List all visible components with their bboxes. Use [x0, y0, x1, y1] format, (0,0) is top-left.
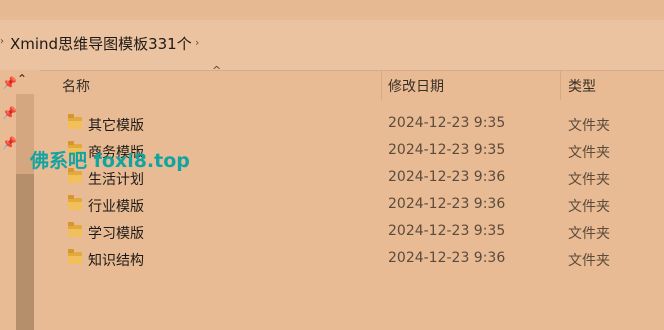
file-date: 2024-12-23 9:36 [388, 196, 506, 212]
file-date: 2024-12-23 9:35 [388, 223, 506, 239]
file-type: 文件夹 [568, 172, 610, 188]
column-header-date[interactable]: 修改日期 [388, 76, 444, 96]
navigation-pane: 📌 📌 📌 ⌃ [0, 70, 40, 330]
pin-icon[interactable]: 📌 [2, 136, 17, 150]
breadcrumb-current-folder[interactable]: Xmind思维导图模板331个 [10, 33, 192, 54]
pin-icon[interactable]: 📌 [2, 76, 17, 90]
folder-icon [68, 222, 82, 237]
address-bar[interactable]: › Xmind思维导图模板331个 › [0, 20, 664, 71]
file-name: 学习模版 [88, 226, 144, 242]
folder-icon [68, 114, 82, 129]
folder-icon [68, 249, 82, 264]
scroll-up-arrow-icon[interactable]: ⌃ [17, 72, 27, 86]
file-row[interactable]: 知识结构 2024-12-23 9:36 文件夹 [40, 245, 664, 272]
file-row[interactable]: 其它模版 2024-12-23 9:35 文件夹 [40, 110, 664, 137]
column-header-type[interactable]: 类型 [568, 76, 596, 96]
folder-icon [68, 195, 82, 210]
file-date: 2024-12-23 9:35 [388, 115, 506, 131]
file-list: ^ 名称 修改日期 类型 其它模版 2024-12-23 9:35 文件夹 商务… [40, 64, 664, 330]
file-type: 文件夹 [568, 199, 610, 215]
file-row[interactable]: 行业模版 2024-12-23 9:36 文件夹 [40, 191, 664, 218]
sort-ascending-icon: ^ [212, 64, 222, 77]
window-top-strip [0, 0, 664, 16]
file-date: 2024-12-23 9:35 [388, 142, 506, 158]
nav-scrollbar-track[interactable] [16, 94, 34, 330]
column-divider[interactable] [381, 70, 382, 100]
file-date: 2024-12-23 9:36 [388, 169, 506, 185]
file-name: 知识结构 [88, 253, 144, 269]
chevron-right-icon[interactable]: › [195, 36, 199, 49]
nav-scrollbar-thumb[interactable] [16, 174, 34, 330]
watermark-text: 佛系吧 foxi8.top [30, 150, 190, 172]
file-name: 行业模版 [88, 199, 144, 215]
file-date: 2024-12-23 9:36 [388, 250, 506, 266]
column-header-name[interactable]: 名称 [62, 76, 90, 96]
file-type: 文件夹 [568, 253, 610, 269]
pin-icon[interactable]: 📌 [2, 106, 17, 120]
file-name: 其它模版 [88, 118, 144, 134]
column-divider[interactable] [560, 70, 561, 100]
file-type: 文件夹 [568, 226, 610, 242]
file-type: 文件夹 [568, 118, 610, 134]
file-row[interactable]: 学习模版 2024-12-23 9:35 文件夹 [40, 218, 664, 245]
chevron-right-icon[interactable]: › [0, 36, 4, 47]
file-type: 文件夹 [568, 145, 610, 161]
